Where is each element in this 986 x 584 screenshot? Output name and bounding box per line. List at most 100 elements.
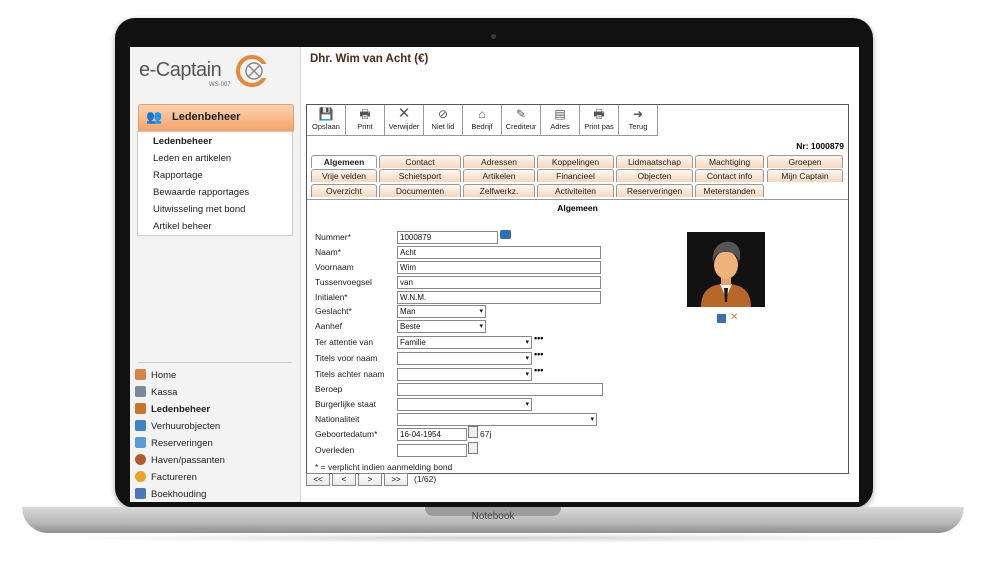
titels-voor-select[interactable]: ▾ <box>397 352 532 365</box>
menu-item-artikel-beheer[interactable]: Artikel beheer <box>153 221 212 232</box>
logo-subtitle: WS-007 <box>209 82 231 88</box>
tab-contact[interactable]: Contact <box>379 155 461 168</box>
aanhef-select[interactable]: Beste ▾ <box>397 320 486 333</box>
nav-item-boekhouding[interactable]: Boekhouding <box>135 488 206 502</box>
attentie-select[interactable]: Familie ▾ <box>397 336 532 349</box>
members-icon <box>135 403 146 414</box>
nummer-field[interactable]: 1000879 <box>397 231 498 244</box>
tab-objecten[interactable]: Objecten <box>616 169 693 182</box>
nav-item-home[interactable]: Home <box>135 369 176 383</box>
delete-button[interactable]: ✕ Verwijder <box>385 105 424 135</box>
back-button[interactable]: ➜ Terug <box>619 105 658 135</box>
rental-icon <box>135 420 146 431</box>
section-header-title: Ledenbeheer <box>172 111 241 123</box>
tab-mijn-captain[interactable]: Mijn Captain <box>767 169 843 182</box>
tab-adressen[interactable]: Adressen <box>463 155 535 168</box>
email-icon[interactable] <box>500 230 511 239</box>
tab-contact-info[interactable]: Contact info <box>695 169 764 182</box>
company-button[interactable]: ⌂ Bedrijf <box>463 105 502 135</box>
print-button[interactable]: 🖶 Print <box>346 105 385 135</box>
initialen-field[interactable]: W.N.M. <box>397 291 601 304</box>
remove-photo-icon[interactable]: ✕ <box>730 313 738 323</box>
more-options-icon[interactable]: ••• <box>534 366 543 375</box>
overleden-label: Overleden <box>315 445 355 455</box>
helm-icon <box>135 454 146 465</box>
chevron-down-icon: ▾ <box>525 371 529 378</box>
print-card-icon: 🖶 <box>593 107 605 121</box>
nav-item-kassa[interactable]: Kassa <box>135 386 177 400</box>
beroep-field[interactable] <box>397 383 603 396</box>
address-button[interactable]: ▤ Adres <box>541 105 580 135</box>
tab-vrije-velden[interactable]: Vrije velden <box>311 169 377 182</box>
previous-page-button[interactable]: < <box>332 473 356 486</box>
more-options-icon[interactable]: ••• <box>534 350 543 359</box>
nav-item-factureren[interactable]: Factureren <box>135 471 197 485</box>
tab-artikelen[interactable]: Artikelen <box>463 169 535 182</box>
chevron-down-icon: ▾ <box>479 308 483 315</box>
titels-achter-label: Titels achter naam <box>315 369 385 379</box>
naam-field[interactable]: Acht <box>397 246 601 259</box>
calendar-icon <box>135 437 146 448</box>
attentie-label: Ter attentie van <box>315 337 374 347</box>
menu-item-leden-artikelen[interactable]: Leden en artikelen <box>153 153 231 164</box>
page-position: (1/62) <box>414 474 437 484</box>
calendar-icon[interactable] <box>468 442 478 454</box>
tab-koppelingen[interactable]: Koppelingen <box>537 155 614 168</box>
chevron-down-icon: ▾ <box>525 355 529 362</box>
chevron-down-icon: ▾ <box>525 339 529 346</box>
nav-item-verhuurobjecten[interactable]: Verhuurobjecten <box>135 420 220 434</box>
nav-item-haven[interactable]: Haven/passanten <box>135 454 225 468</box>
sidebar: e-Captain WS-007 👥 Ledenbeheer Ledenbehe… <box>130 47 301 502</box>
voornaam-field[interactable]: Wim <box>397 261 601 274</box>
creditor-button[interactable]: ✎ Crediteur <box>502 105 541 135</box>
not-member-button[interactable]: ⊘ Niet lid <box>424 105 463 135</box>
cash-register-icon <box>135 386 146 397</box>
ledger-icon <box>135 488 146 499</box>
calendar-icon[interactable] <box>468 426 478 438</box>
geslacht-select[interactable]: Man ▾ <box>397 305 486 318</box>
avatar-icon <box>701 241 751 307</box>
tussenvoegsel-field[interactable]: van <box>397 276 601 289</box>
geboortedatum-field[interactable]: 16-04-1954 <box>397 428 467 441</box>
menu-item-rapportage[interactable]: Rapportage <box>153 170 203 181</box>
next-page-button[interactable]: > <box>358 473 382 486</box>
save-button[interactable]: 💾 Opslaan <box>307 105 346 135</box>
first-page-button[interactable]: << <box>306 473 330 486</box>
required-note: * = verplicht indien aanmelding bond <box>315 462 453 472</box>
print-card-button[interactable]: 🖶 Print pas <box>580 105 619 135</box>
titels-voor-label: Titels voor naam <box>315 353 378 363</box>
nav-item-reserveringen[interactable]: Reserveringen <box>135 437 213 451</box>
toolbar: 💾 Opslaan 🖶 Print ✕ Verwijder ⊘ Niet lid ⌂ Be… <box>307 105 658 136</box>
edit-photo-icon[interactable] <box>717 314 726 323</box>
menu-item-ledenbeheer[interactable]: Ledenbeheer <box>153 136 212 147</box>
euro-icon <box>135 471 146 482</box>
tab-reserveringen[interactable]: Reserveringen <box>616 184 693 197</box>
tab-zelfwerkzaamheden[interactable]: Zelfwerkz. <box>463 184 535 197</box>
app-screen: e-Captain WS-007 👥 Ledenbeheer Ledenbehe… <box>130 47 859 502</box>
tab-lidmaatschap[interactable]: Lidmaatschap <box>616 155 693 168</box>
tab-machtiging[interactable]: Machtiging <box>695 155 764 168</box>
menu-item-bewaarde-rapportages[interactable]: Bewaarde rapportages <box>153 187 249 198</box>
burgerlijke-staat-label: Burgerlijke staat <box>315 399 376 409</box>
tab-financieel[interactable]: Financieel <box>537 169 614 182</box>
laptop-shadow <box>60 533 926 543</box>
tab-algemeen[interactable]: Algemeen <box>311 155 377 168</box>
nationaliteit-select[interactable]: ▾ <box>397 413 597 426</box>
tab-documenten[interactable]: Documenten <box>379 184 461 197</box>
tab-overzicht[interactable]: Overzicht <box>311 184 377 197</box>
creditor-icon: ✎ <box>515 107 527 121</box>
tab-activiteiten[interactable]: Activiteiten <box>537 184 614 197</box>
tab-schietsport[interactable]: Schietsport <box>379 169 461 182</box>
last-page-button[interactable]: >> <box>384 473 408 486</box>
chevron-down-icon: ▾ <box>479 323 483 330</box>
tab-meterstanden[interactable]: Meterstanden <box>695 184 764 197</box>
titels-achter-select[interactable]: ▾ <box>397 368 532 381</box>
more-options-icon[interactable]: ••• <box>534 334 543 343</box>
burgerlijke-staat-select[interactable]: ▾ <box>397 398 532 411</box>
tab-groepen[interactable]: Groepen <box>767 155 843 168</box>
printer-icon: 🖶 <box>359 107 371 121</box>
overleden-field[interactable] <box>397 444 467 457</box>
nav-item-ledenbeheer[interactable]: Ledenbeheer <box>135 403 210 417</box>
aanhef-label: Aanhef <box>315 321 342 331</box>
menu-item-uitwisseling-bond[interactable]: Uitwisseling met bond <box>153 204 245 215</box>
